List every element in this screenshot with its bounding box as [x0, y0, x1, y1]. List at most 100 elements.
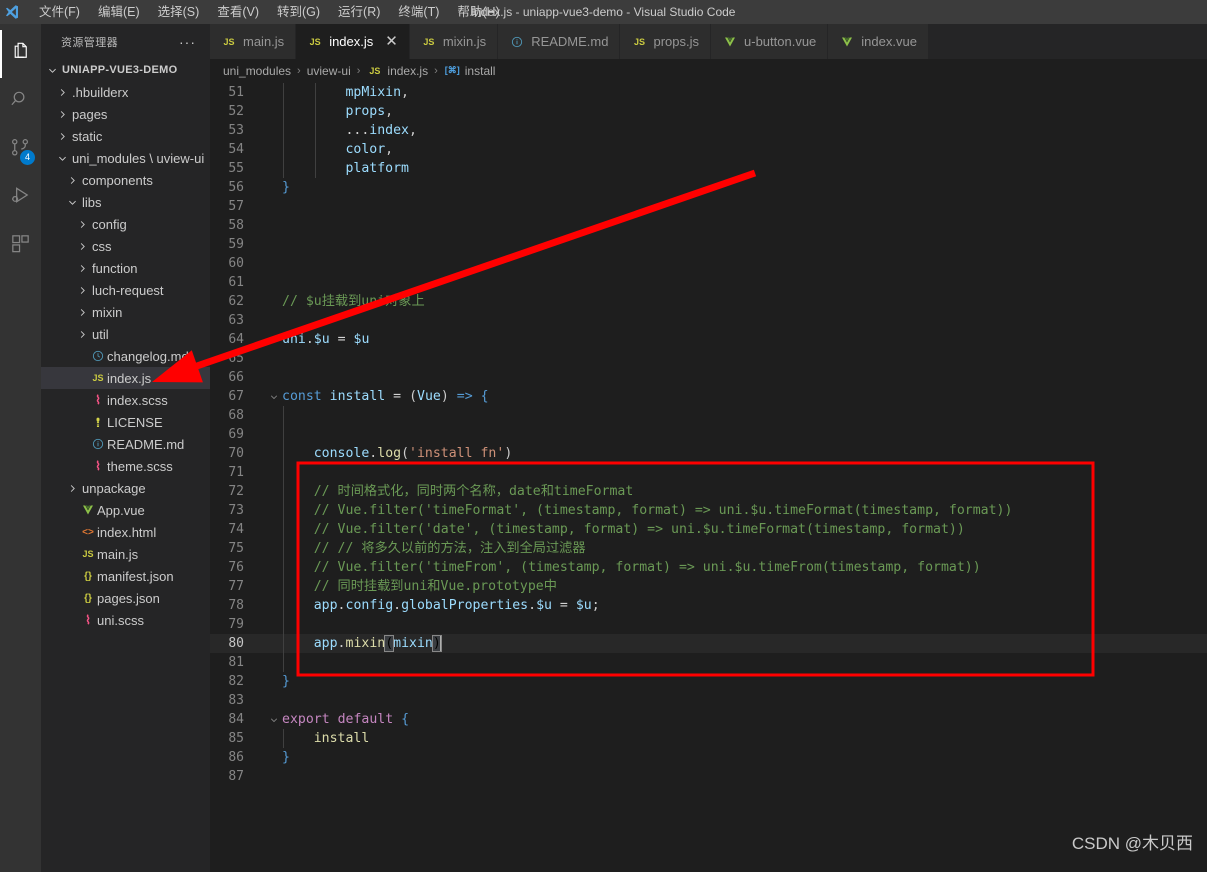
chevron-right-icon[interactable] [65, 483, 79, 494]
code-line[interactable]: 78 app.config.globalProperties.$u = $u; [210, 596, 1207, 615]
tree-item-pages-json[interactable]: {} pages.json [41, 587, 210, 609]
tree-item-uni-scss[interactable]: ⌇ uni.scss [41, 609, 210, 631]
code-line[interactable]: 83 [210, 691, 1207, 710]
fold-chevron-icon[interactable] [266, 715, 282, 725]
code-line[interactable]: 65 [210, 349, 1207, 368]
tree-item-manifest-json[interactable]: {} manifest.json [41, 565, 210, 587]
tree-item-readme-md[interactable]: README.md [41, 433, 210, 455]
tree-item-theme-scss[interactable]: ⌇ theme.scss [41, 455, 210, 477]
menu-edit[interactable]: 编辑(E) [89, 1, 149, 23]
chevron-right-icon[interactable] [75, 329, 89, 340]
more-actions-icon[interactable]: ··· [179, 35, 196, 49]
code-line[interactable]: 63 [210, 311, 1207, 330]
chevron-right-icon[interactable] [65, 175, 79, 186]
tree-item-pages[interactable]: pages [41, 103, 210, 125]
code-line[interactable]: 67 const install = (Vue) => { [210, 387, 1207, 406]
activity-run-debug-button[interactable] [0, 174, 41, 222]
menu-run[interactable]: 运行(R) [329, 1, 389, 23]
code-line[interactable]: 77 // 同时挂载到uni和Vue.prototype中 [210, 577, 1207, 596]
chevron-right-icon[interactable] [55, 131, 69, 142]
code-line[interactable]: 80 app.mixin(mixin) [210, 634, 1207, 653]
chevron-right-icon[interactable] [75, 219, 89, 230]
code-line[interactable]: 74 // Vue.filter('date', (timestamp, form… [210, 520, 1207, 539]
tree-item-function[interactable]: function [41, 257, 210, 279]
breadcrumb-item[interactable]: install [465, 64, 496, 78]
code-line[interactable]: 82} [210, 672, 1207, 691]
chevron-down-icon[interactable] [65, 197, 79, 208]
tab-u-button-vue[interactable]: u-button.vue [711, 24, 829, 59]
code-line[interactable]: 61 [210, 273, 1207, 292]
breadcrumb[interactable]: uni_modules › uview-ui › JS index.js › [⌘] insta… [210, 59, 1207, 82]
code-line[interactable]: 79 [210, 615, 1207, 634]
chevron-down-icon[interactable] [45, 65, 59, 76]
code-line[interactable]: 87 [210, 767, 1207, 786]
code-line[interactable]: 56} [210, 178, 1207, 197]
tab-props-js[interactable]: JS props.js [620, 24, 712, 59]
tree-item-index-js[interactable]: JS index.js [41, 367, 210, 389]
tree-item-index-scss[interactable]: ⌇ index.scss [41, 389, 210, 411]
tree-item-license[interactable]: LICENSE [41, 411, 210, 433]
breadcrumb-item[interactable]: index.js [387, 64, 428, 78]
chevron-down-icon[interactable] [55, 153, 69, 164]
menu-go[interactable]: 转到(G) [268, 1, 329, 23]
code-lines[interactable]: 51 mpMixin, 52 props, 53 ...index, 54 color, 55 p… [210, 82, 1207, 786]
activity-search-button[interactable] [0, 78, 41, 126]
code-line[interactable]: 58 [210, 216, 1207, 235]
code-line[interactable]: 53 ...index, [210, 121, 1207, 140]
chevron-right-icon[interactable] [75, 241, 89, 252]
tree-item-components[interactable]: components [41, 169, 210, 191]
code-line[interactable]: 68 [210, 406, 1207, 425]
code-line[interactable]: 59 [210, 235, 1207, 254]
code-line[interactable]: 71 [210, 463, 1207, 482]
code-line[interactable]: 64 uni.$u = $u [210, 330, 1207, 349]
menu-bar[interactable]: 文件(F) 编辑(E) 选择(S) 查看(V) 转到(G) 运行(R) 终端(T… [30, 1, 509, 23]
menu-view[interactable]: 查看(V) [208, 1, 268, 23]
activity-extensions-button[interactable] [0, 222, 41, 270]
tree-item-libs[interactable]: libs [41, 191, 210, 213]
tree-item-main-js[interactable]: JS main.js [41, 543, 210, 565]
code-line[interactable]: 54 color, [210, 140, 1207, 159]
menu-file[interactable]: 文件(F) [30, 1, 89, 23]
code-line[interactable]: 60 [210, 254, 1207, 273]
tab-close-icon[interactable]: ✕ [385, 34, 398, 49]
code-line[interactable]: 72 // 时间格式化，同时两个名称，date和timeFormat [210, 482, 1207, 501]
tree-item-app-vue[interactable]: App.vue [41, 499, 210, 521]
menu-selection[interactable]: 选择(S) [149, 1, 209, 23]
chevron-right-icon[interactable] [75, 307, 89, 318]
activity-explorer-button[interactable] [0, 30, 41, 78]
tree-item-unpackage[interactable]: unpackage [41, 477, 210, 499]
tree-item-config[interactable]: config [41, 213, 210, 235]
chevron-right-icon[interactable] [55, 87, 69, 98]
tree-item-luch-request[interactable]: luch-request [41, 279, 210, 301]
code-editor[interactable]: 51 mpMixin, 52 props, 53 ...index, 54 color, 55 p… [210, 82, 1207, 872]
tree-item-util[interactable]: util [41, 323, 210, 345]
chevron-right-icon[interactable] [55, 109, 69, 120]
chevron-right-icon[interactable] [75, 263, 89, 274]
code-line[interactable]: 70 console.log('install fn') [210, 444, 1207, 463]
tree-item-static[interactable]: static [41, 125, 210, 147]
code-line[interactable]: 84 export default { [210, 710, 1207, 729]
code-line[interactable]: 76 // Vue.filter('timeFrom', (timestamp, … [210, 558, 1207, 577]
tab-mixin-js[interactable]: JS mixin.js [409, 24, 499, 59]
breadcrumb-item[interactable]: uni_modules [223, 64, 291, 78]
menu-help[interactable]: 帮助(H) [448, 1, 508, 23]
code-line[interactable]: 73 // Vue.filter('timeFormat', (timestamp… [210, 501, 1207, 520]
tree-item-index-html[interactable]: <> index.html [41, 521, 210, 543]
code-line[interactable]: 81 [210, 653, 1207, 672]
activity-source-control-button[interactable]: 4 [0, 126, 41, 174]
tree-item--hbuilderx[interactable]: .hbuilderx [41, 81, 210, 103]
chevron-right-icon[interactable] [75, 285, 89, 296]
fold-chevron-icon[interactable] [266, 392, 282, 402]
code-line[interactable]: 86} [210, 748, 1207, 767]
tab-index-js[interactable]: JS index.js ✕ [296, 24, 410, 59]
code-line[interactable]: 57 [210, 197, 1207, 216]
tab-index-vue[interactable]: index.vue [828, 24, 929, 59]
menu-terminal[interactable]: 终端(T) [389, 1, 448, 23]
code-line[interactable]: 52 props, [210, 102, 1207, 121]
tab-readme-md[interactable]: README.md [498, 24, 621, 59]
tree-item-uniapp-vue3-demo[interactable]: UNIAPP-VUE3-DEMO [41, 59, 210, 81]
tree-item-mixin[interactable]: mixin [41, 301, 210, 323]
tree-item-changelog-md[interactable]: changelog.md [41, 345, 210, 367]
code-line[interactable]: 75 // // 将多久以前的方法，注入到全局过滤器 [210, 539, 1207, 558]
tree-item-css[interactable]: css [41, 235, 210, 257]
